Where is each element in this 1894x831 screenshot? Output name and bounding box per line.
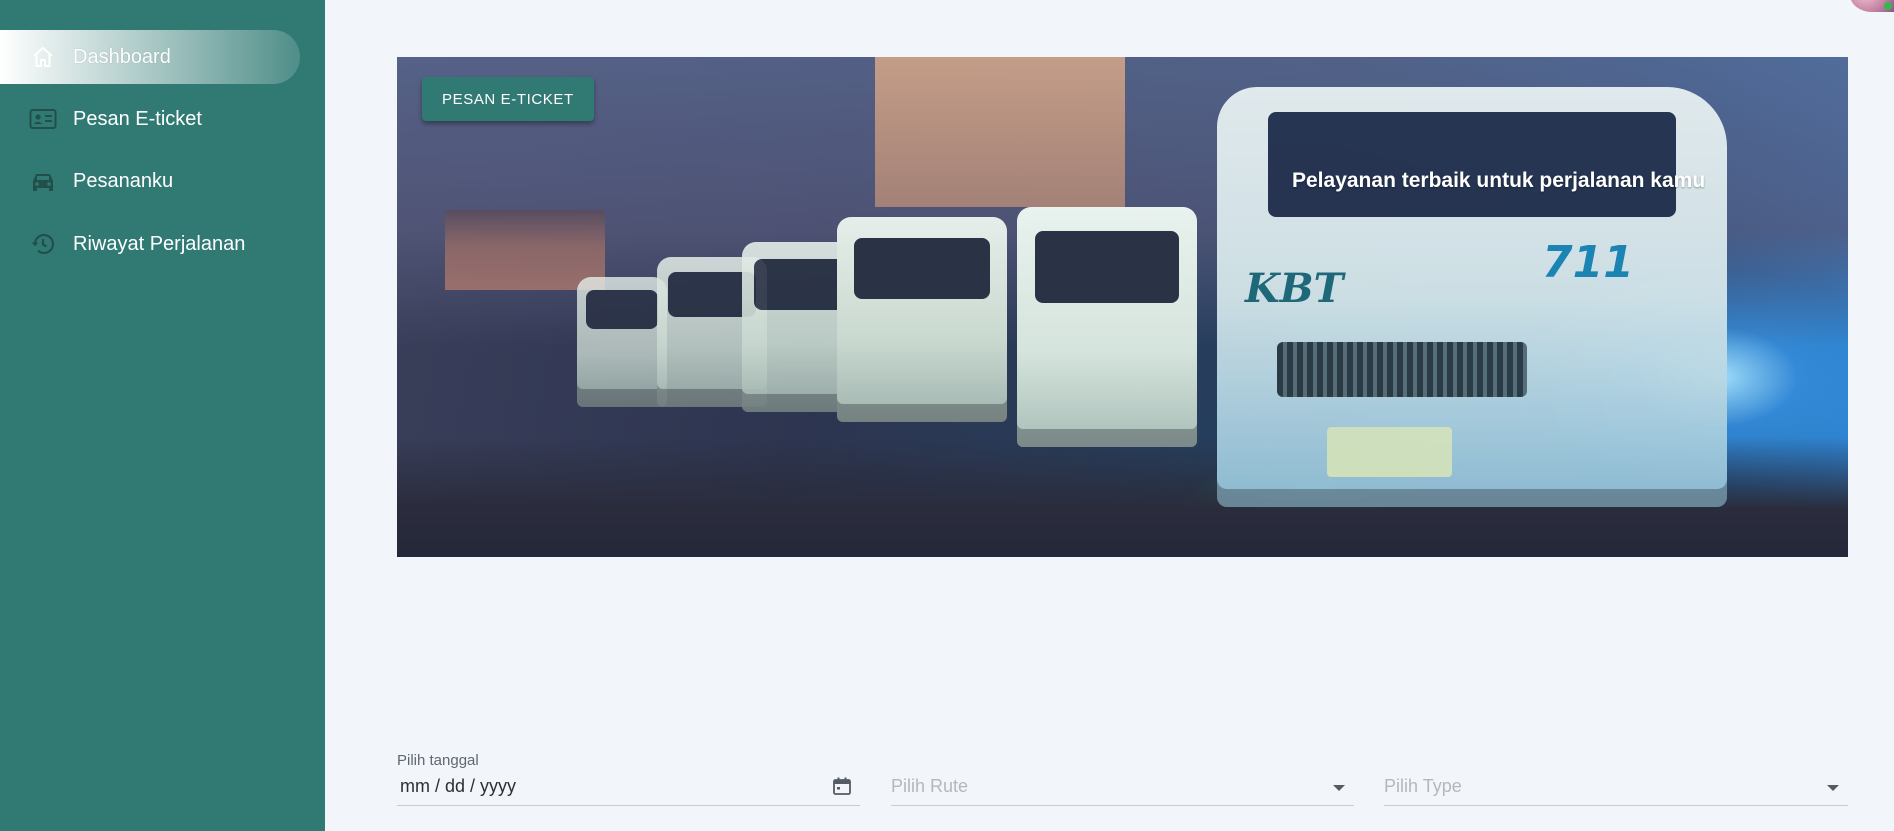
hero-banner: KBT 711 PESAN E-TICKET Pelayanan terbaik… bbox=[397, 57, 1848, 557]
sidebar-item-pesan-e-ticket[interactable]: Pesan E-ticket bbox=[0, 92, 300, 146]
calendar-icon[interactable] bbox=[832, 776, 852, 796]
van-number-text: 711 bbox=[1542, 237, 1634, 288]
sidebar-item-label: Dashboard bbox=[73, 45, 171, 68]
hero-house bbox=[445, 210, 605, 290]
avatar[interactable] bbox=[1850, 0, 1894, 12]
van-plate bbox=[1327, 427, 1452, 477]
home-icon bbox=[29, 43, 57, 71]
sidebar: Dashboard Pesan E-ticket Pesananku Riway… bbox=[0, 0, 325, 831]
sidebar-item-label: Pesananku bbox=[73, 169, 174, 192]
van-image bbox=[837, 217, 1007, 422]
chevron-down-icon[interactable] bbox=[1332, 780, 1346, 791]
route-select-placeholder: Pilih Rute bbox=[891, 776, 969, 796]
hero-building bbox=[875, 57, 1125, 207]
date-field-label: Pilih tanggal bbox=[397, 752, 479, 769]
history-icon bbox=[29, 230, 57, 258]
van-image bbox=[1017, 207, 1197, 447]
id-card-icon bbox=[29, 105, 57, 133]
date-picker-field[interactable]: Pilih tanggal mm / dd / yyyy bbox=[397, 750, 860, 806]
van-grille bbox=[1277, 342, 1527, 397]
sidebar-item-dashboard[interactable]: Dashboard bbox=[0, 30, 300, 84]
car-icon bbox=[29, 167, 57, 195]
van-brand-text: KBT bbox=[1245, 265, 1344, 312]
van-image bbox=[577, 277, 667, 407]
type-select[interactable]: Pilih Type bbox=[1384, 750, 1848, 806]
chevron-down-icon[interactable] bbox=[1826, 780, 1840, 791]
date-input[interactable]: mm / dd / yyyy bbox=[400, 776, 516, 797]
sidebar-item-pesananku[interactable]: Pesananku bbox=[0, 154, 300, 208]
sidebar-item-riwayat-perjalanan[interactable]: Riwayat Perjalanan bbox=[0, 217, 300, 271]
sidebar-item-label: Riwayat Perjalanan bbox=[73, 232, 246, 255]
route-select[interactable]: Pilih Rute bbox=[891, 750, 1354, 806]
hero-tagline: Pelayanan terbaik untuk perjalanan kamu bbox=[1292, 169, 1706, 192]
van-image-front: KBT 711 bbox=[1217, 87, 1727, 507]
sidebar-item-label: Pesan E-ticket bbox=[73, 107, 202, 130]
pesan-e-ticket-button[interactable]: PESAN E-TICKET bbox=[422, 77, 594, 121]
type-select-placeholder: Pilih Type bbox=[1384, 776, 1462, 796]
